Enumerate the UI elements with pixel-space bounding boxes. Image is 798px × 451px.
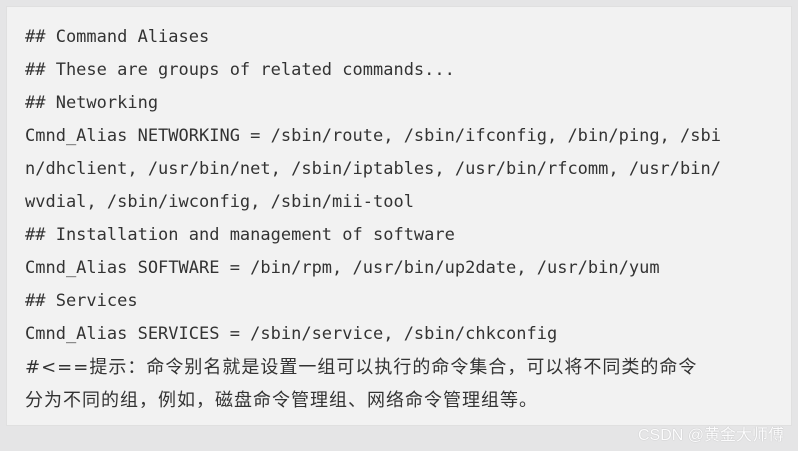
code-line-comment-command-aliases: ## Command Aliases <box>25 27 210 47</box>
code-line-software-alias: Cmnd_Alias SOFTWARE = /bin/rpm, /usr/bin… <box>25 258 660 278</box>
code-line-comment-software: ## Installation and management of softwa… <box>25 225 455 245</box>
code-line-comment-groups: ## These are groups of related commands.… <box>25 60 455 80</box>
code-line-services-alias: Cmnd_Alias SERVICES = /sbin/service, /sb… <box>25 324 558 344</box>
watermark-label: CSDN @黄金大师傅 <box>637 427 784 444</box>
code-line-networking-alias-cont-2: wvdial, /sbin/iwconfig, /sbin/mii-tool <box>25 192 414 212</box>
code-line-networking-alias: Cmnd_Alias NETWORKING = /sbin/route, /sb… <box>25 126 721 146</box>
screenshot-frame: ## Command Aliases ## These are groups o… <box>0 0 798 451</box>
code-lines: ## Command Aliases ## These are groups o… <box>25 21 721 417</box>
code-line-comment-services: ## Services <box>25 291 138 311</box>
code-line-tip: #<==提示：命令别名就是设置一组可以执行的命令集合，可以将不同类的命令 <box>25 357 698 378</box>
code-block: ## Command Aliases ## These are groups o… <box>6 6 792 426</box>
code-line-networking-alias-cont-1: n/dhclient, /usr/bin/net, /sbin/iptables… <box>25 159 721 179</box>
code-line-comment-networking: ## Networking <box>25 93 159 113</box>
code-line-tip-cont: 分为不同的组，例如，磁盘命令管理组、网络命令管理组等。 <box>25 390 538 411</box>
